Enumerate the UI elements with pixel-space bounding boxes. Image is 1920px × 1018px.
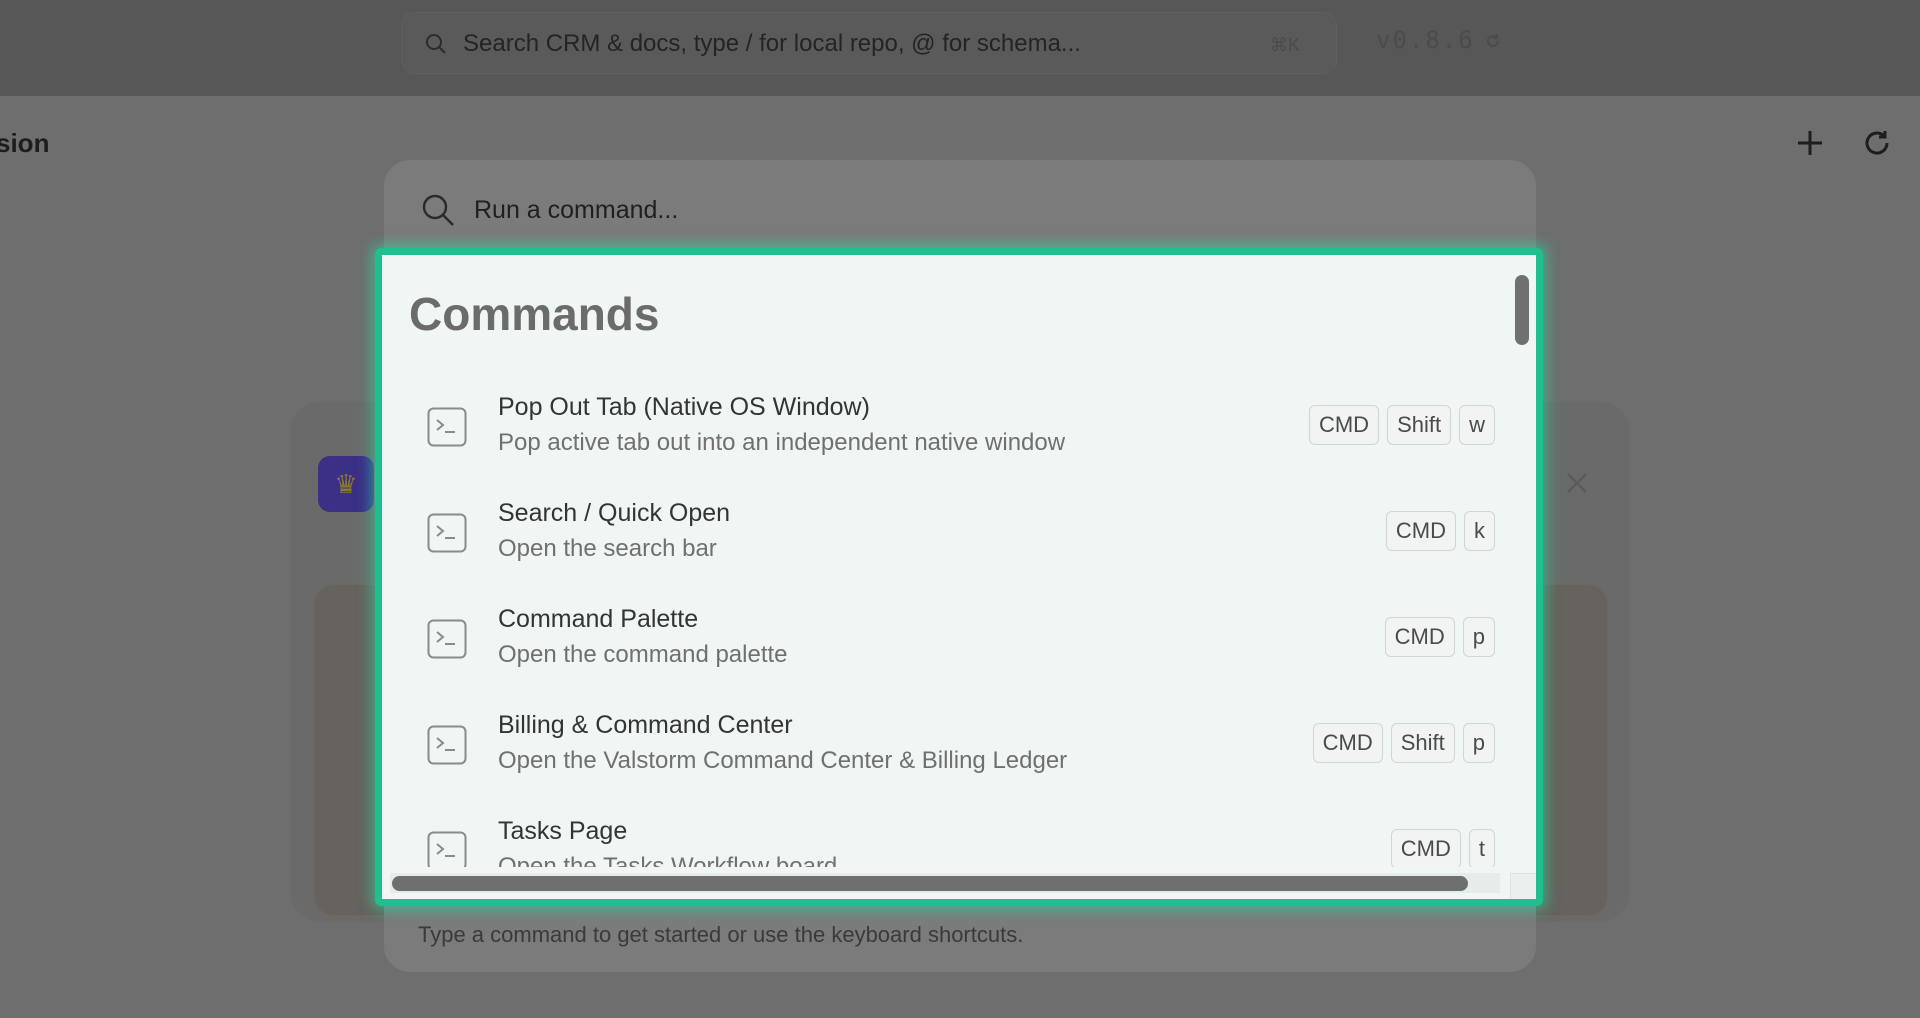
command-list[interactable]: Commands Pop Out Tab (Native OS Window) … xyxy=(375,248,1543,906)
shortcut-key: t xyxy=(1468,829,1495,867)
command-title: Command Palette xyxy=(498,605,699,633)
command-item-command-palette[interactable]: Command Palette Open the command palette… xyxy=(409,601,1499,701)
close-icon[interactable] xyxy=(1564,470,1590,496)
terminal-icon xyxy=(427,619,467,659)
vertical-scrollbar-track[interactable] xyxy=(1513,269,1531,869)
command-description: Open the Tasks Workflow board xyxy=(498,853,838,867)
shortcut-key: Shift xyxy=(1387,405,1452,445)
command-description: Open the search bar xyxy=(498,535,717,562)
command-shortcut: CMD t xyxy=(1390,829,1495,867)
vertical-scrollbar-thumb[interactable] xyxy=(1515,275,1529,345)
shortcut-key: p xyxy=(1462,617,1495,657)
terminal-icon xyxy=(427,513,467,553)
shortcut-key: p xyxy=(1462,723,1495,763)
search-icon xyxy=(426,34,446,54)
terminal-icon xyxy=(427,407,467,447)
scrollbar-corner xyxy=(1510,873,1536,899)
shortcut-key: CMD xyxy=(1312,723,1383,763)
command-title: Pop Out Tab (Native OS Window) xyxy=(498,393,870,421)
reload-icon[interactable] xyxy=(1862,128,1892,158)
trophy-icon: ♛ xyxy=(318,456,374,512)
version-label: v0.8.6 xyxy=(1376,26,1475,54)
global-search-placeholder: Search CRM & docs, type / for local repo… xyxy=(463,30,1081,57)
commands-heading: Commands xyxy=(409,288,660,340)
shortcut-key: CMD xyxy=(1308,405,1380,445)
command-shortcut: CMD Shift p xyxy=(1312,723,1495,763)
command-item-pop-out-tab[interactable]: Pop Out Tab (Native OS Window) Pop activ… xyxy=(409,389,1499,489)
shortcut-key: CMD xyxy=(1384,617,1455,657)
app-topbar: Search CRM & docs, type / for local repo… xyxy=(0,0,1920,96)
shortcut-key: k xyxy=(1464,511,1495,551)
command-title: Search / Quick Open xyxy=(498,499,731,527)
horizontal-scrollbar-thumb[interactable] xyxy=(392,876,1468,891)
page-title: sion xyxy=(0,128,50,158)
command-shortcut: CMD p xyxy=(1384,617,1495,657)
command-list-viewport: Commands Pop Out Tab (Native OS Window) … xyxy=(382,255,1508,867)
command-title: Billing & Command Center xyxy=(498,711,793,739)
command-item-billing-command-center[interactable]: Billing & Command Center Open the Valsto… xyxy=(409,707,1499,807)
command-shortcut: CMD k xyxy=(1385,511,1495,551)
command-description: Pop active tab out into an independent n… xyxy=(498,429,1066,456)
search-icon xyxy=(422,194,454,226)
shortcut-key: w xyxy=(1459,405,1495,445)
palette-footer-hint: Type a command to get started or use the… xyxy=(418,922,1024,947)
terminal-icon xyxy=(427,725,467,765)
terminal-icon xyxy=(427,831,467,867)
command-input[interactable] xyxy=(474,190,1274,230)
shortcut-key: CMD xyxy=(1385,511,1456,551)
command-item-search-quick-open[interactable]: Search / Quick Open Open the search bar … xyxy=(409,495,1499,595)
add-icon[interactable] xyxy=(1795,128,1825,158)
command-item-tasks-page[interactable]: Tasks Page Open the Tasks Workflow board… xyxy=(409,813,1499,867)
search-shortcut-hint: ⌘K xyxy=(1269,35,1300,55)
shortcut-key: Shift xyxy=(1390,723,1455,763)
command-title: Tasks Page xyxy=(498,817,628,845)
global-search-bar[interactable]: Search CRM & docs, type / for local repo… xyxy=(401,12,1337,74)
refresh-icon[interactable] xyxy=(1484,32,1502,50)
command-description: Open the command palette xyxy=(498,641,788,668)
command-description: Open the Valstorm Command Center & Billi… xyxy=(498,747,1068,774)
command-shortcut: CMD Shift w xyxy=(1308,405,1495,445)
shortcut-key: CMD xyxy=(1390,829,1461,867)
